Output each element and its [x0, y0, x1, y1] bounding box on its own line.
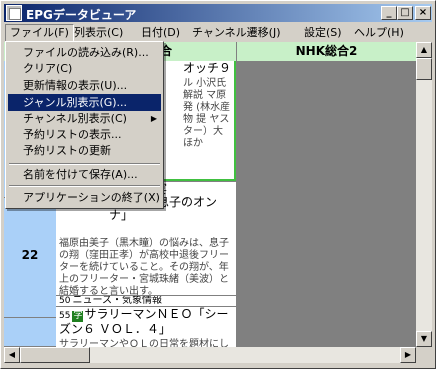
menu-bar: ファイル(F) 列表示(C) 日付(D) チャンネル遷移(J) 設定(S) ヘル…	[4, 23, 432, 42]
menu-channel-jump[interactable]: チャンネル遷移(J)	[188, 25, 285, 41]
menu-item-show-reservations[interactable]: 予約リストの表示...	[8, 126, 161, 143]
menu-columns[interactable]: 列表示(C)	[70, 25, 127, 41]
title-bar[interactable]: EPGデータビューア _ □ ×	[4, 4, 432, 22]
horizontal-scroll-thumb[interactable]	[20, 347, 90, 363]
program-minute: 50	[59, 296, 71, 306]
program-description: 福原由美子（黒木瞳）の悩みは、息子の翔（窪田正孝）が高校中退後フリーターを続けて…	[59, 238, 229, 295]
scroll-down-button[interactable]: ▼	[416, 331, 432, 347]
menu-separator	[9, 163, 160, 165]
menu-item-channel-view[interactable]: チャンネル別表示(C) ▶	[8, 110, 161, 127]
scroll-up-button[interactable]: ▲	[416, 42, 432, 58]
menu-item-label: チャンネル別表示(C)	[23, 112, 127, 125]
program-block-news[interactable]: 50 ニュース・気象情報	[56, 295, 236, 306]
horizontal-scrollbar[interactable]: ◀ ▶	[4, 347, 416, 363]
program-description: ル 小沢氏 解説 マ原発 (林水産物 提 ヤスター）大 ほか	[183, 78, 231, 149]
scroll-left-button[interactable]: ◀	[4, 347, 20, 363]
size-grip	[416, 347, 432, 363]
hour-cell	[4, 318, 56, 347]
main-window: EPGデータビューア _ □ × ファイル(F) 列表示(C) 日付(D) チャ…	[0, 0, 436, 369]
close-button[interactable]: ×	[415, 6, 431, 20]
column-header-nhk-sogo2[interactable]: NHK総合2	[237, 42, 416, 61]
menu-item-open-file[interactable]: ファイルの読み込み(R)...	[8, 44, 161, 61]
menu-item-save-as[interactable]: 名前を付けて保存(A)...	[8, 166, 161, 183]
program-description: サラリーマンやＯＬの日常を題材にした、実力派俳優たちによるコント番組。思わず吹き…	[59, 339, 229, 347]
program-title: オッチ９	[183, 61, 232, 75]
menu-date[interactable]: 日付(D)	[137, 25, 184, 41]
subtitle-badge: 字	[72, 311, 84, 322]
window-title: EPGデータビューア	[26, 8, 137, 22]
menu-item-genre-view[interactable]: ジャンル別表示(G)...	[8, 94, 161, 111]
vertical-scroll-thumb[interactable]	[416, 58, 432, 80]
vertical-scrollbar[interactable]: ▲ ▼	[416, 42, 432, 347]
program-block-salaryman-neo[interactable]: 55 字サラリーマンＮＥＯ「シーズン６ ＶＯＬ．４」 サラリーマンやＯＬの日常を題…	[56, 306, 236, 347]
scroll-right-button[interactable]: ▶	[400, 347, 416, 363]
menu-settings[interactable]: 設定(S)	[300, 25, 346, 41]
menu-item-clear[interactable]: クリア(C)	[8, 60, 161, 77]
menu-item-update-reservations[interactable]: 予約リストの更新	[8, 142, 161, 159]
program-title: サラリーマンＮＥＯ「シーズン６ ＶＯＬ．４」	[59, 307, 229, 336]
hour-cell-22: 22	[4, 198, 56, 318]
file-menu-dropdown: ファイルの読み込み(R)... クリア(C) 更新情報の表示(U)... ジャン…	[5, 41, 164, 209]
menu-file[interactable]: ファイル(F)	[5, 24, 74, 42]
maximize-button[interactable]: □	[397, 6, 413, 20]
minimize-button[interactable]: _	[381, 6, 397, 20]
program-minute: 55	[59, 311, 71, 321]
app-icon[interactable]	[6, 5, 22, 21]
menu-item-exit[interactable]: アプリケーションの終了(X)	[8, 189, 161, 206]
menu-separator	[9, 185, 160, 187]
menu-item-show-update-info[interactable]: 更新情報の表示(U)...	[8, 77, 161, 94]
submenu-arrow-icon: ▶	[150, 114, 157, 123]
program-title: ニュース・気象情報	[72, 295, 162, 306]
menu-help[interactable]: ヘルプ(H)	[350, 25, 408, 41]
